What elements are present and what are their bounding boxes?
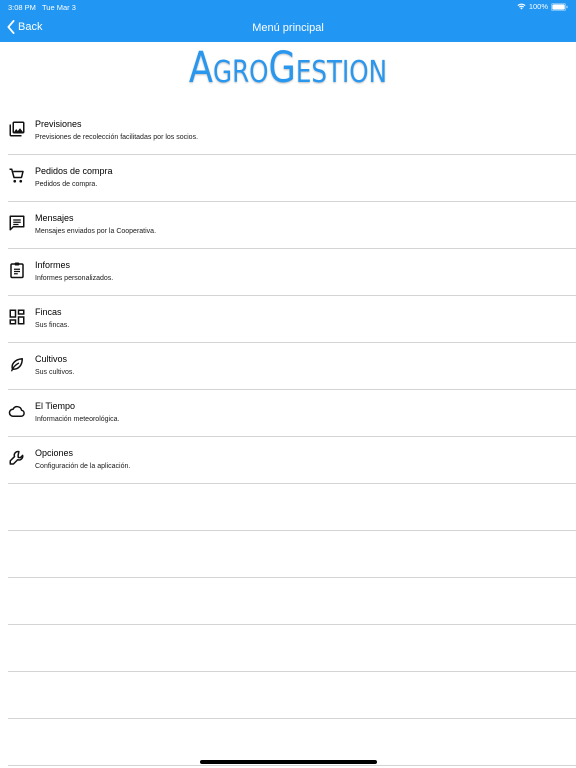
empty-row <box>8 484 576 531</box>
clipboard-icon <box>8 261 26 279</box>
menu-item-title: Cultivos <box>35 354 68 364</box>
wrench-icon <box>8 449 26 467</box>
menu-item-fincas[interactable]: Fincas Sus fincas. <box>8 296 576 343</box>
menu-item-title: Opciones <box>35 448 74 458</box>
menu-item-informes[interactable]: Informes Informes personalizados. <box>8 249 576 296</box>
menu-item-subtitle: Previsiones de recolección facilitadas p… <box>35 134 199 141</box>
message-icon <box>8 214 26 232</box>
menu-item-mensajes[interactable]: Mensajes Mensajes enviados por la Cooper… <box>8 202 576 249</box>
main-menu-list: Previsiones Previsiones de recolección f… <box>0 108 576 766</box>
menu-item-title: Pedidos de compra <box>35 166 113 176</box>
status-indicators: 100% <box>517 2 568 11</box>
leaf-icon <box>8 355 26 373</box>
menu-item-cultivos[interactable]: Cultivos Sus cultivos. <box>8 343 576 390</box>
menu-item-subtitle: Configuración de la aplicación. <box>35 463 131 470</box>
menu-item-subtitle: Sus cultivos. <box>35 369 75 376</box>
menu-item-subtitle: Sus fincas. <box>35 322 70 329</box>
home-indicator <box>200 760 377 764</box>
menu-item-title: Informes <box>35 260 71 270</box>
menu-item-title: Fincas <box>35 307 62 317</box>
dashboard-icon <box>8 308 26 326</box>
menu-item-subtitle: Informes personalizados. <box>35 275 114 282</box>
empty-row <box>8 531 576 578</box>
status-time: 3:08 PM <box>8 3 36 12</box>
battery-icon <box>551 2 568 11</box>
navigation-bar: 3:08 PM Tue Mar 3 100% Back Menú princip… <box>0 0 576 42</box>
shopping-cart-icon <box>8 167 26 185</box>
menu-item-previsiones[interactable]: Previsiones Previsiones de recolección f… <box>8 108 576 155</box>
battery-percent: 100% <box>528 2 548 11</box>
wifi-icon <box>517 3 526 10</box>
photo-library-icon <box>8 120 26 138</box>
menu-item-title: Previsiones <box>35 119 82 129</box>
menu-item-subtitle: Pedidos de compra. <box>35 181 98 188</box>
page-title: Menú principal <box>252 22 324 34</box>
empty-row <box>8 578 576 625</box>
menu-item-subtitle: Información meteorológica. <box>35 416 120 423</box>
menu-item-el-tiempo[interactable]: El Tiempo Información meteorológica. <box>8 390 576 437</box>
empty-row <box>8 625 576 672</box>
menu-item-subtitle: Mensajes enviados por la Cooperativa. <box>35 228 157 235</box>
menu-item-title: El Tiempo <box>35 401 76 411</box>
status-date: Tue Mar 3 <box>42 3 76 12</box>
empty-row <box>8 672 576 719</box>
empty-row <box>8 719 576 766</box>
app-logo: AgroGestion <box>188 43 388 93</box>
menu-item-title: Mensajes <box>35 213 74 223</box>
menu-item-opciones[interactable]: Opciones Configuración de la aplicación. <box>8 437 576 484</box>
menu-item-pedidos[interactable]: Pedidos de compra Pedidos de compra. <box>8 155 576 202</box>
cloud-icon <box>8 402 26 420</box>
